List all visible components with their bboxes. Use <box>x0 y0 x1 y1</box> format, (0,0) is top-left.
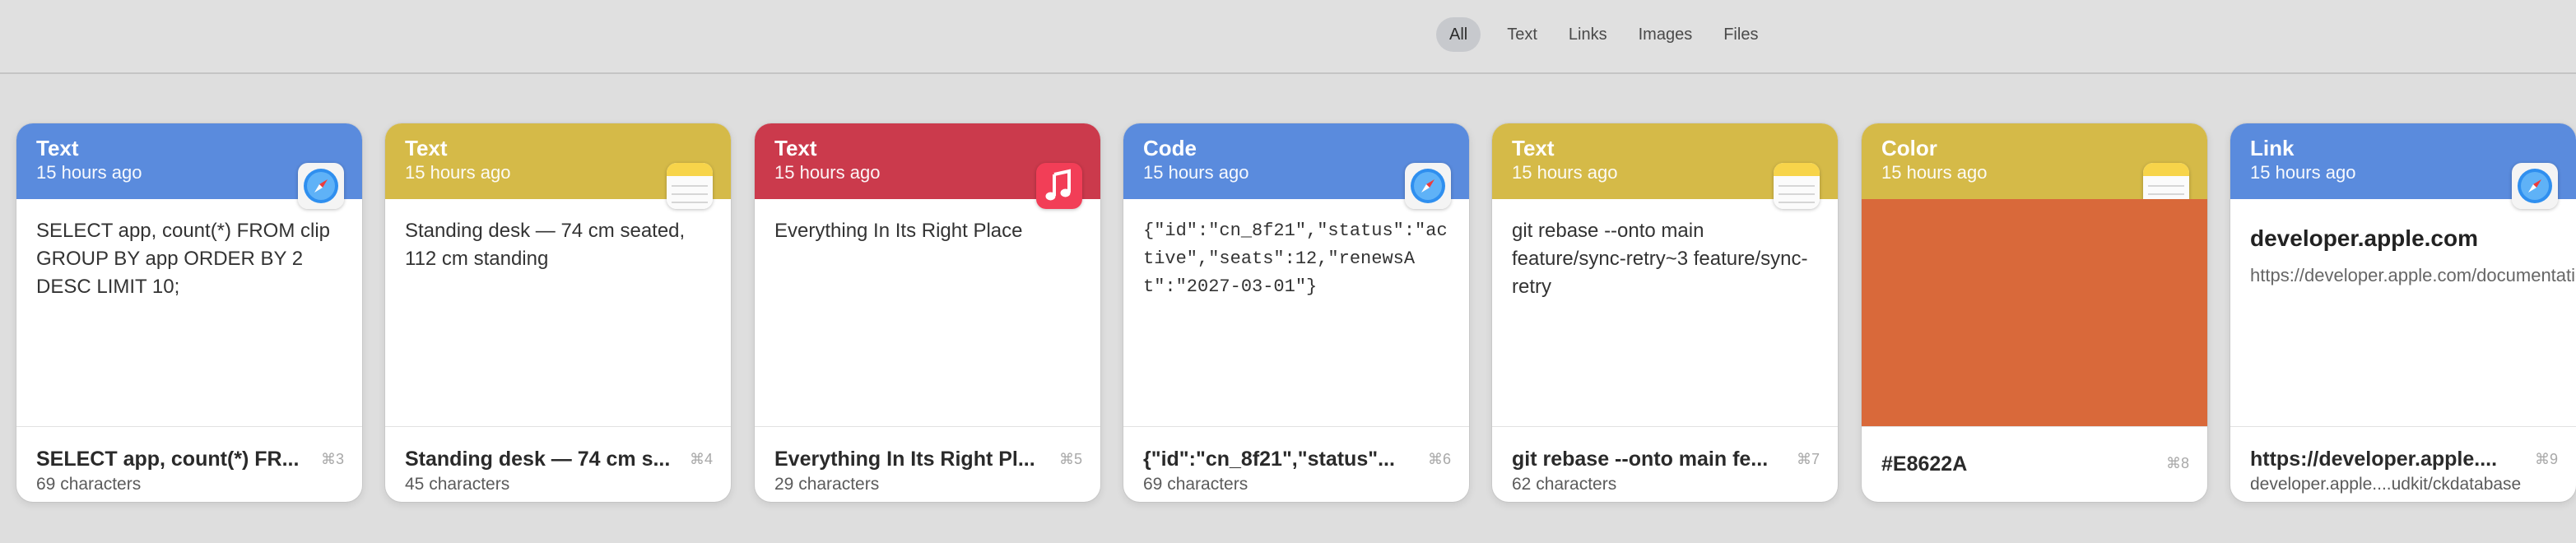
tab-all[interactable]: All <box>1436 17 1481 52</box>
card-footer: Standing desk — 74 cm s... 45 characters… <box>385 426 731 502</box>
filter-bar: All Text Links Images Files <box>0 0 2576 74</box>
link-url[interactable]: https://developer.apple.com/documentatio… <box>2250 263 2576 288</box>
card-code-content: {"id":"cn_8f21","status":"active","seats… <box>1143 220 1448 297</box>
card-timestamp: 15 hours ago <box>774 162 881 183</box>
card-type-label: Color <box>1881 136 1937 160</box>
card-type-label: Code <box>1143 136 1197 160</box>
clip-card[interactable]: Code 15 hours ago {"id":"cn_8f21","statu… <box>1123 123 1469 502</box>
card-header: Color 15 hours ago <box>1862 123 2207 209</box>
card-timestamp: 15 hours ago <box>1881 162 1988 183</box>
filter-tabs: All Text Links Images Files <box>1436 17 1771 52</box>
card-header: Link 15 hours ago <box>2230 123 2576 209</box>
card-link-summary: developer.apple....udkit/ckdatabase <box>2250 475 2522 494</box>
card-shortcut: ⌘7 <box>1796 451 1820 467</box>
card-preview-title: SELECT app, count(*) FR... <box>36 448 300 471</box>
clip-card[interactable]: Link 15 hours ago developer.apple.com ht… <box>2230 123 2576 502</box>
tab-text[interactable]: Text <box>1494 17 1551 52</box>
clip-card[interactable]: Text 15 hours ago SELECT app, count(*) F… <box>16 123 362 502</box>
card-preview-title: https://developer.apple.... <box>2250 448 2498 471</box>
card-preview-title: git rebase --onto main fe... <box>1512 448 1769 471</box>
card-footer: SELECT app, count(*) FR... 69 characters… <box>16 426 362 502</box>
card-char-count: 62 characters <box>1512 475 1617 494</box>
card-char-count: 45 characters <box>405 475 510 494</box>
clip-card[interactable]: Text 15 hours ago Everything In Its Righ… <box>755 123 1100 502</box>
card-char-count: 69 characters <box>36 475 142 494</box>
card-header: Text 15 hours ago <box>385 123 731 209</box>
clip-card[interactable]: Text 15 hours ago Standing desk — 74 cm … <box>385 123 731 502</box>
card-footer: #E8622A ⌘8 <box>1862 426 2207 502</box>
card-shortcut: ⌘4 <box>689 451 713 467</box>
card-shortcut: ⌘9 <box>2534 451 2558 467</box>
card-footer: https://developer.apple.... developer.ap… <box>2230 426 2576 502</box>
card-type-label: Text <box>774 136 817 160</box>
card-type-label: Link <box>2250 136 2295 160</box>
tab-links[interactable]: Links <box>1555 17 1620 52</box>
card-preview-title: Standing desk — 74 cm s... <box>405 448 671 471</box>
card-timestamp: 15 hours ago <box>36 162 142 183</box>
card-header: Text 15 hours ago <box>16 123 362 209</box>
card-footer: git rebase --onto main fe... 62 characte… <box>1492 426 1838 502</box>
clip-card[interactable]: Color 15 hours ago #E8622A ⌘8 <box>1862 123 2207 502</box>
card-timestamp: 15 hours ago <box>2250 162 2356 183</box>
card-preview-title: {"id":"cn_8f21","status"... <box>1143 448 1395 471</box>
clip-card[interactable]: Text 15 hours ago git rebase --onto main… <box>1492 123 1838 502</box>
card-content: SELECT app, count(*) FROM clip GROUP BY … <box>36 220 331 298</box>
card-content: git rebase --onto main feature/sync-retr… <box>1512 220 1808 298</box>
card-content <box>1862 199 2207 426</box>
card-timestamp: 15 hours ago <box>1512 162 1618 183</box>
card-char-count: 69 characters <box>1143 475 1248 494</box>
card-timestamp: 15 hours ago <box>1143 162 1249 183</box>
card-content: Everything In Its Right Place <box>774 220 1023 242</box>
card-content: developer.apple.com https://developer.ap… <box>2230 199 2576 426</box>
card-header: Text 15 hours ago <box>1492 123 1838 209</box>
link-host: developer.apple.com <box>2250 225 2478 251</box>
card-timestamp: 15 hours ago <box>405 162 511 183</box>
tab-images[interactable]: Images <box>1625 17 1706 52</box>
card-content: Standing desk — 74 cm seated, 112 cm sta… <box>405 220 686 270</box>
tab-files[interactable]: Files <box>1710 17 1771 52</box>
card-preview-title: Everything In Its Right Pl... <box>774 448 1035 471</box>
card-shortcut: ⌘8 <box>2165 455 2189 471</box>
card-footer: Everything In Its Right Pl... 29 charact… <box>755 426 1100 502</box>
card-shortcut: ⌘5 <box>1058 451 1082 467</box>
card-header: Text 15 hours ago <box>755 123 1100 209</box>
card-type-label: Text <box>405 136 448 160</box>
card-footer: {"id":"cn_8f21","status"... 69 character… <box>1123 426 1469 502</box>
card-shortcut: ⌘3 <box>320 451 344 467</box>
color-swatch <box>1862 199 2207 426</box>
card-char-count: 29 characters <box>774 475 880 494</box>
card-header: Code 15 hours ago <box>1123 123 1469 209</box>
card-type-label: Text <box>1512 136 1555 160</box>
card-shortcut: ⌘6 <box>1427 451 1451 467</box>
clipboard-cards: Text 15 hours ago SELECT app, count(*) F… <box>0 123 2576 502</box>
card-color-hex: #E8622A <box>1881 452 1968 476</box>
card-type-label: Text <box>36 136 79 160</box>
